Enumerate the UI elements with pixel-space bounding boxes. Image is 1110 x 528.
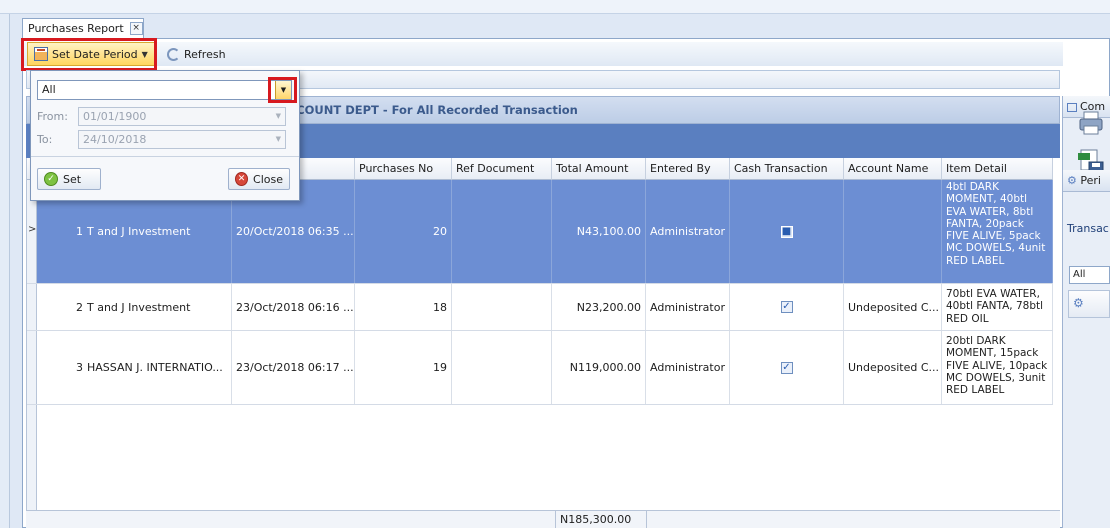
from-date-field[interactable]: 01/01/1900 ▼: [78, 107, 286, 126]
cell-total-amount: N43,100.00: [552, 180, 646, 283]
left-edge-bar: [0, 14, 10, 528]
chevron-down-icon: ▼: [275, 112, 281, 120]
cell-cash-transaction: ✓: [730, 284, 844, 330]
cash-transaction-checkbox[interactable]: ■: [780, 225, 793, 238]
cell-account-name: Undeposited C...: [844, 331, 942, 404]
row-indicator-empty: [27, 405, 37, 510]
purchases-grid: Date Purchases No Ref Document Total Amo…: [26, 158, 1053, 510]
to-label: To:: [37, 133, 53, 146]
close-tab-icon[interactable]: ×: [129, 22, 143, 35]
cell-date: 23/Oct/2018 06:17 ...: [232, 331, 355, 404]
cell-purchases-no: 20: [355, 180, 452, 283]
cell-total-amount: N119,000.00: [552, 331, 646, 404]
set-button-label: Set: [63, 172, 82, 186]
chevron-down-icon: ▼: [275, 135, 281, 143]
column-header-total-amount[interactable]: Total Amount: [552, 158, 646, 180]
cell-supplier: 2 T and J Investment: [37, 284, 232, 330]
cash-transaction-checkbox[interactable]: ✓: [780, 361, 793, 374]
refresh-label: Refresh: [184, 47, 226, 61]
cell-purchases-no: 19: [355, 331, 452, 404]
row-indicator: [27, 284, 37, 330]
cell-cash-transaction: ✓: [730, 331, 844, 404]
column-header-entered-by[interactable]: Entered By: [646, 158, 730, 180]
cell-row-number: 2: [76, 300, 83, 314]
close-button-label: Close: [253, 172, 283, 186]
period-section-label: Peri: [1080, 174, 1101, 187]
period-section-header[interactable]: ⚙ Peri: [1063, 170, 1110, 192]
cell-item-detail: 4btl DARK MOMENT, 40btl EVA WATER, 8btl …: [942, 180, 1053, 283]
tab-purchases-report[interactable]: Purchases Report ×: [22, 18, 144, 38]
cell-row-number: 3: [76, 361, 83, 374]
refresh-icon: [167, 47, 180, 61]
cell-ref-document: [452, 180, 552, 283]
to-date-value: 24/10/2018: [83, 133, 147, 146]
cell-ref-document: [452, 284, 552, 330]
column-header-cash-transaction[interactable]: Cash Transaction: [730, 158, 844, 180]
close-icon: ✕: [235, 172, 249, 186]
cell-entered-by: Administrator: [646, 284, 730, 330]
toolbar: Set Date Period ▼ Refresh: [23, 42, 1063, 66]
gear-icon: ⚙: [1067, 174, 1077, 187]
set-button[interactable]: ✓ Set: [37, 168, 101, 190]
cell-supplier: 3 HASSAN J. INTERNATIO...: [37, 331, 232, 404]
cell-item-detail: 70btl EVA WATER, 40btl FANTA, 78btl RED …: [942, 284, 1053, 330]
to-date-field[interactable]: 24/10/2018 ▼: [78, 130, 286, 149]
transaction-type-select[interactable]: All: [1069, 266, 1110, 284]
refresh-button[interactable]: Refresh: [161, 42, 241, 66]
from-label: From:: [37, 110, 68, 123]
check-icon: ✓: [44, 172, 58, 186]
cash-transaction-checkbox[interactable]: ✓: [780, 301, 793, 313]
period-combo[interactable]: All: [37, 80, 292, 100]
popup-divider: [31, 156, 299, 157]
cell-entered-by: Administrator: [646, 180, 730, 283]
summary-footer: [26, 510, 1060, 528]
window-top-strip: [0, 0, 1110, 14]
cell-cash-transaction: ■: [730, 180, 844, 283]
table-row[interactable]: 2 T and J Investment 23/Oct/2018 06:16 .…: [27, 284, 1053, 331]
cell-purchases-no: 18: [355, 284, 452, 330]
layout-icon: [1067, 102, 1077, 112]
cell-entered-by: Administrator: [646, 331, 730, 404]
column-header-purchases-no[interactable]: Purchases No: [355, 158, 452, 180]
column-header-ref-document[interactable]: Ref Document: [452, 158, 552, 180]
cell-supplier-name: T and J Investment: [87, 300, 191, 314]
cell-date: 23/Oct/2018 06:16 ...: [232, 284, 355, 330]
column-header-item-detail[interactable]: Item Detail: [942, 158, 1053, 180]
cell-supplier-name: T and J Investment: [87, 225, 191, 238]
cell-row-number: 1: [76, 225, 83, 238]
tab-title: Purchases Report: [28, 22, 124, 35]
apply-filter-button[interactable]: ⚙: [1068, 290, 1110, 318]
set-date-highlight-box: [21, 38, 157, 71]
printer-icon[interactable]: [1077, 109, 1105, 137]
from-date-value: 01/01/1900: [83, 110, 147, 123]
dropdown-highlight-box: [268, 77, 297, 103]
cell-item-detail: 20btl DARK MOMENT, 15pack FIVE ALIVE, 10…: [942, 331, 1053, 404]
cell-account-name: Undeposited C...: [844, 284, 942, 330]
column-header-account-name[interactable]: Account Name: [844, 158, 942, 180]
row-indicator: [27, 331, 37, 404]
current-row-arrow-icon: >: [28, 224, 37, 235]
total-amount-summary: N185,300.00: [555, 511, 647, 528]
table-row[interactable]: 3 HASSAN J. INTERNATIO... 23/Oct/2018 06…: [27, 331, 1053, 405]
cell-account-name: [844, 180, 942, 283]
transaction-type-label: Transac: [1067, 222, 1109, 235]
cell-supplier-name: HASSAN J. INTERNATIO...: [87, 361, 223, 374]
cell-ref-document: [452, 331, 552, 404]
close-button[interactable]: ✕ Close: [228, 168, 290, 190]
apply-icon: ⚙: [1073, 296, 1084, 310]
cell-total-amount: N23,200.00: [552, 284, 646, 330]
